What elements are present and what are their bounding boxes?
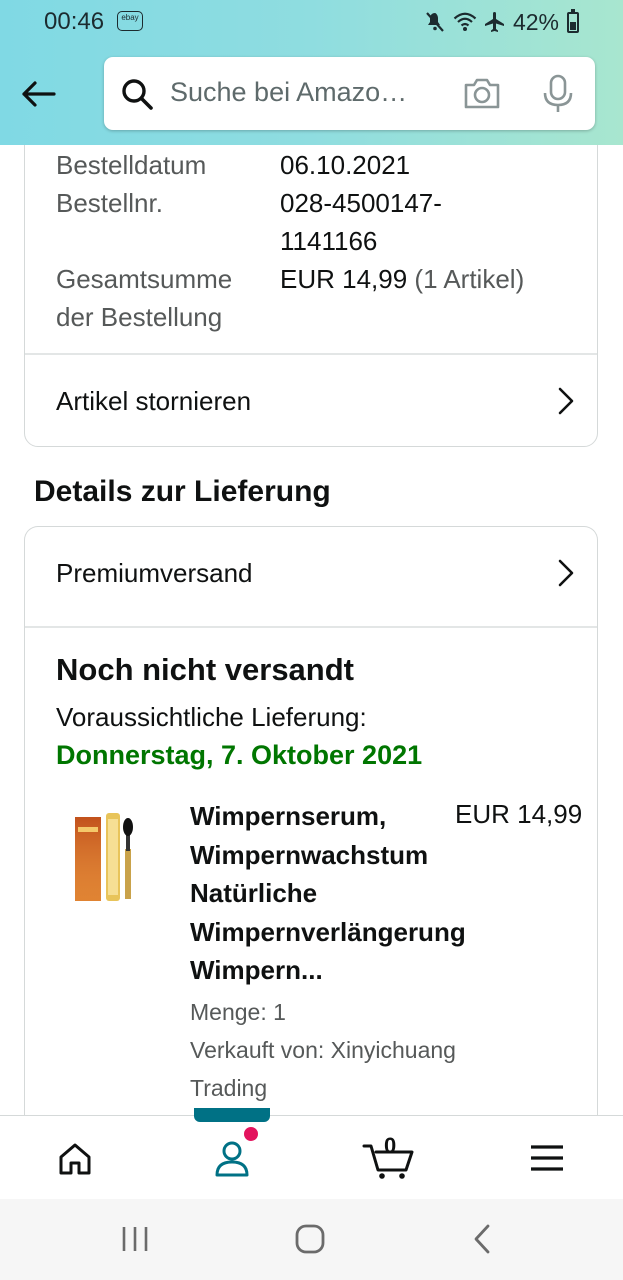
order-summary-card: Bestelldatum 06.10.2021 Bestellnr. 028-4… [24, 145, 598, 447]
wifi-icon [453, 12, 477, 31]
tab-menu[interactable] [507, 1116, 587, 1200]
product-title-line: Wimpernwachstum [190, 839, 429, 870]
bottom-tab-bar [0, 1115, 623, 1199]
cancel-items-label: Artikel stornieren [56, 385, 252, 416]
order-total-value: EUR 14,99 (1 Artikel) [280, 260, 524, 298]
delivery-card: Premiumversand Noch nicht versandt Vorau… [24, 526, 598, 1115]
airplane-mode-icon [484, 12, 504, 32]
product-seller-line: Trading [190, 1075, 268, 1101]
order-number-value-line1: 028-4500147- [280, 188, 442, 218]
back-button[interactable] [18, 74, 58, 114]
order-details-content[interactable]: Bestelldatum 06.10.2021 Bestellnr. 028-4… [0, 145, 623, 1115]
product-title-line: Wimpern... [190, 955, 323, 985]
divider [25, 626, 597, 628]
microphone-icon[interactable] [542, 74, 574, 114]
search-icon [122, 79, 153, 110]
tab-home[interactable] [35, 1116, 115, 1200]
system-navigation-bar [0, 1199, 623, 1280]
battery-percent: 42% [512, 8, 559, 35]
product-seller: Verkauft von: Xinyichuang Trading [190, 1031, 520, 1107]
cancel-items-row[interactable]: Artikel stornieren [25, 355, 597, 447]
product-price: EUR 14,99 [455, 799, 583, 829]
order-date-label: Bestelldatum [56, 150, 207, 180]
status-icons: 42% [423, 8, 579, 36]
delivery-estimate-label: Voraussichtliche Lieferung: [56, 702, 367, 732]
active-tab-indicator [194, 1108, 270, 1122]
order-date-value: 06.10.2021 [280, 150, 411, 180]
shipping-method-label: Premiumversand [56, 557, 253, 588]
order-total-items: (1 Artikel) [414, 264, 525, 294]
chevron-right-icon [558, 387, 574, 415]
order-total-amount: EUR 14,99 [280, 264, 408, 294]
product-seller-line: Verkauft von: Xinyichuang [190, 1037, 456, 1063]
ebay-notification-icon: ebay [117, 11, 143, 31]
arrow-left-icon [22, 81, 56, 107]
mute-icon [426, 12, 444, 32]
order-total-label-line2: der Bestellung [56, 302, 223, 332]
order-number-value-line2: 1141166 [280, 226, 378, 256]
back-chevron-icon[interactable] [470, 1223, 494, 1255]
delivery-estimate-date: Donnerstag, 7. Oktober 2021 [56, 740, 423, 770]
status-bar: 00:46 ebay 42% [0, 0, 623, 44]
shipment-status: Noch nicht versandt [56, 652, 354, 687]
search-bar[interactable]: Suche bei Amazo… [104, 57, 595, 130]
account-icon [215, 1141, 249, 1177]
product-title-line: Natürliche [190, 878, 318, 908]
delivery-section-title: Details zur Lieferung [34, 475, 331, 508]
battery-level-fill [570, 22, 576, 30]
order-number-label: Bestellnr. [56, 188, 163, 218]
home-icon [59, 1143, 91, 1175]
menu-icon [531, 1145, 563, 1171]
notification-dot [244, 1127, 258, 1141]
shipping-method-row[interactable]: Premiumversand [25, 527, 597, 619]
product-image[interactable] [73, 807, 147, 907]
search-input[interactable]: Suche bei Amazo… [170, 77, 442, 108]
recents-icon[interactable] [120, 1223, 150, 1255]
top-header-area: 00:46 ebay 42% Suche bei Amazo… [0, 0, 623, 145]
tab-account[interactable] [192, 1116, 272, 1200]
camera-icon[interactable] [462, 75, 502, 111]
product-quantity: Menge: 1 [190, 999, 286, 1025]
cart-count: 0 [384, 1133, 397, 1158]
home-circle-icon[interactable] [294, 1223, 326, 1255]
battery-icon [567, 8, 579, 33]
product-title-line: Wimpernverlängerung [190, 916, 466, 947]
status-time: 00:46 [44, 8, 105, 35]
order-total-label-line1: Gesamtsumme [56, 264, 233, 294]
chevron-right-icon [558, 559, 574, 587]
